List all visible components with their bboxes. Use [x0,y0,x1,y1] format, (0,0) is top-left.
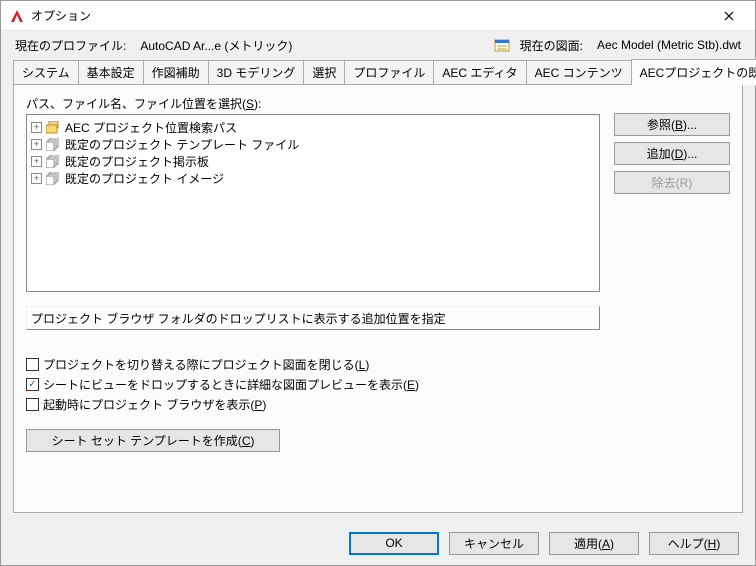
expand-icon[interactable]: + [31,122,42,133]
chk-show-browser-startup[interactable]: 起動時にプロジェクト ブラウザを表示(P) [26,396,600,413]
path-description: プロジェクト ブラウザ フォルダのドロップリストに表示する追加位置を指定 [26,306,600,330]
checkbox-icon [26,358,39,371]
tab-selection[interactable]: 選択 [303,60,345,84]
window-title: オプション [31,7,707,24]
tab-aec-project-defaults[interactable]: AECプロジェクトの既定値 [631,59,756,85]
tab-strip: システム 基本設定 作図補助 3D モデリング 選択 プロファイル AEC エデ… [1,59,755,84]
tab-drafting[interactable]: 作図補助 [143,60,209,84]
tab-profile[interactable]: プロファイル [344,60,434,84]
stack-icon [46,172,61,185]
stack-icon [46,138,61,151]
dialog-buttons: OK キャンセル 適用(A) ヘルプ(H) [1,521,755,565]
titlebar: オプション [1,1,755,31]
create-sheetset-template-button[interactable]: シート セット テンプレートを作成(C) [26,429,280,452]
ok-button[interactable]: OK [349,532,439,555]
checkbox-icon: ✓ [26,378,39,391]
close-button[interactable] [707,2,751,30]
tab-system[interactable]: システム [13,60,79,84]
remove-button: 除去(R) [614,171,730,194]
expand-icon[interactable]: + [31,173,42,184]
tab-3dmodeling[interactable]: 3D モデリング [208,60,305,84]
paths-group-label: パス、ファイル名、ファイル位置を選択(S): [26,95,600,112]
browse-button[interactable]: 参照(B)... [614,113,730,136]
chk-close-drawings[interactable]: プロジェクトを切り替える際にプロジェクト図面を閉じる(L) [26,356,600,373]
folders-icon [46,121,61,134]
tree-item[interactable]: + AEC プロジェクト位置検索パス [31,119,595,136]
checkbox-icon [26,398,39,411]
add-button[interactable]: 追加(D)... [614,142,730,165]
expand-icon[interactable]: + [31,139,42,150]
drawing-icon [494,37,510,53]
tree-item[interactable]: + 既定のプロジェクト テンプレート ファイル [31,136,595,153]
stack-icon [46,155,61,168]
tab-panel: パス、ファイル名、ファイル位置を選択(S): + AEC プロジェクト位置検索パ… [13,84,743,513]
paths-tree[interactable]: + AEC プロジェクト位置検索パス + 既定のプロジェクト テンプレート ファ… [26,114,600,292]
cancel-button[interactable]: キャンセル [449,532,539,555]
profile-value: AutoCAD Ar...e (メトリック) [140,37,292,54]
tab-aec-editor[interactable]: AEC エディタ [433,60,526,84]
tree-item[interactable]: + 既定のプロジェクト イメージ [31,170,595,187]
close-icon [724,11,734,21]
app-icon [9,8,25,24]
tab-basic[interactable]: 基本設定 [78,60,144,84]
expand-icon[interactable]: + [31,156,42,167]
drawing-value: Aec Model (Metric Stb).dwt [597,38,741,52]
help-button[interactable]: ヘルプ(H) [649,532,739,555]
tree-item[interactable]: + 既定のプロジェクト掲示板 [31,153,595,170]
drawing-label: 現在の図面: [520,37,583,54]
options-checks: プロジェクトを切り替える際にプロジェクト図面を閉じる(L) ✓ シートにビューを… [26,356,600,413]
profile-bar: 現在のプロファイル: AutoCAD Ar...e (メトリック) 現在の図面:… [1,31,755,59]
apply-button[interactable]: 適用(A) [549,532,639,555]
tab-aec-content[interactable]: AEC コンテンツ [526,60,632,84]
profile-label: 現在のプロファイル: [15,37,126,54]
chk-show-preview[interactable]: ✓ シートにビューをドロップするときに詳細な図面プレビューを表示(E) [26,376,600,393]
